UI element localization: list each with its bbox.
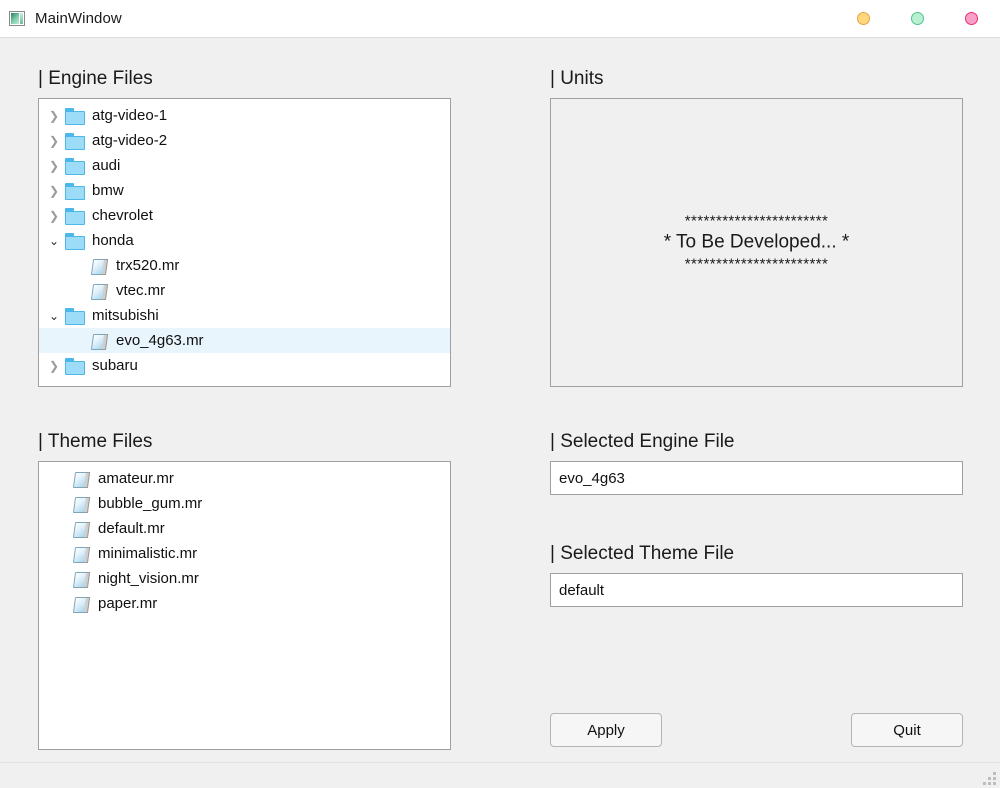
selected-theme-file-input[interactable] <box>550 573 963 607</box>
tree-row[interactable]: ❯ chevrolet <box>39 203 450 228</box>
list-item[interactable]: default.mr <box>39 516 450 541</box>
theme-files-group: | Theme Files amateur.mr bubble_gum.mrdef… <box>38 421 451 750</box>
engine-files-tree[interactable]: ❯ atg-video-1 ❯ atg-video-2 ❯ audi ❯ bmw ❯ chevro… <box>38 98 451 387</box>
units-label-row: | Units <box>550 58 963 98</box>
app-icon <box>9 11 25 26</box>
close-button[interactable] <box>965 12 978 25</box>
maximize-button[interactable] <box>911 12 924 25</box>
chevron-right-icon[interactable]: ❯ <box>43 135 65 147</box>
chevron-down-icon[interactable]: ⌄ <box>43 235 65 247</box>
chevron-right-icon[interactable]: ❯ <box>43 110 65 122</box>
tree-row[interactable]: ❯ atg-video-2 <box>39 128 450 153</box>
selected-engine-file-label: | Selected Engine File <box>550 430 735 452</box>
minimize-button[interactable] <box>857 12 870 25</box>
file-icon <box>73 521 89 537</box>
tree-row[interactable]: ⌄ mitsubishi <box>39 303 450 328</box>
selected-theme-file-group: | Selected Theme File <box>550 533 963 607</box>
units-panel: *********************** * To Be Develope… <box>550 98 963 387</box>
folder-icon <box>65 158 85 175</box>
chevron-right-icon[interactable]: ❯ <box>43 160 65 172</box>
apply-button[interactable]: Apply <box>550 713 662 747</box>
tree-row-label: audi <box>92 157 121 174</box>
file-icon <box>73 546 89 562</box>
chevron-right-icon[interactable]: ❯ <box>43 210 65 222</box>
folder-icon <box>65 308 85 325</box>
theme-files-label: | Theme Files <box>38 430 153 452</box>
list-item-label: default.mr <box>98 520 165 537</box>
list-item-label: night_vision.mr <box>98 570 199 587</box>
selected-engine-file-label-row: | Selected Engine File <box>550 421 963 461</box>
folder-icon <box>65 358 85 375</box>
tree-row-label: trx520.mr <box>116 257 180 274</box>
folder-icon <box>65 233 85 250</box>
file-icon <box>91 333 107 349</box>
units-group: | Units *********************** * To Be … <box>550 58 963 387</box>
tree-row[interactable]: ❯ atg-video-1 <box>39 103 450 128</box>
folder-icon <box>65 208 85 225</box>
status-bar <box>0 762 1000 788</box>
tree-row[interactable]: ❯ bmw <box>39 178 450 203</box>
theme-files-list[interactable]: amateur.mr bubble_gum.mr default.mr minimal… <box>38 461 451 750</box>
selected-engine-file-group: | Selected Engine File <box>550 421 963 495</box>
engine-files-label: | Engine Files <box>38 67 153 89</box>
list-item[interactable]: minimalistic.mr <box>39 541 450 566</box>
resize-grip-icon[interactable] <box>982 771 996 785</box>
list-item[interactable]: paper.mr <box>39 591 450 616</box>
tree-row[interactable]: evo_4g63.mr <box>39 328 450 353</box>
tree-row-label: bmw <box>92 182 124 199</box>
file-icon <box>91 258 107 274</box>
tree-row-label: atg-video-2 <box>92 132 168 149</box>
list-item[interactable]: night_vision.mr <box>39 566 450 591</box>
list-item[interactable]: bubble_gum.mr <box>39 491 450 516</box>
file-icon <box>73 496 89 512</box>
engine-files-label-row: | Engine Files <box>38 58 451 98</box>
window-title: MainWindow <box>35 10 122 27</box>
selected-theme-file-label: | Selected Theme File <box>550 542 735 564</box>
tree-row-label: honda <box>92 232 134 249</box>
file-icon <box>73 596 89 612</box>
units-stars-top: *********************** <box>684 212 829 230</box>
action-buttons: Apply Quit <box>550 713 963 747</box>
list-item-label: amateur.mr <box>98 470 174 487</box>
list-item-label: bubble_gum.mr <box>98 495 203 512</box>
tree-row-label: chevrolet <box>92 207 153 224</box>
engine-files-group: | Engine Files ❯ atg-video-1 ❯ atg-video-2 ❯… <box>38 58 451 387</box>
main-window: MainWindow | Engine Files ❯ atg-video-1 ❯ a… <box>0 0 1000 788</box>
tree-row-label: evo_4g63.mr <box>116 332 204 349</box>
file-icon <box>91 283 107 299</box>
folder-icon <box>65 108 85 125</box>
selected-engine-file-input[interactable] <box>550 461 963 495</box>
tree-row-label: mitsubishi <box>92 307 159 324</box>
content-area: | Engine Files ❯ atg-video-1 ❯ atg-video-2 ❯… <box>0 38 1000 762</box>
chevron-right-icon[interactable]: ❯ <box>43 360 65 372</box>
units-label: | Units <box>550 67 604 89</box>
tree-row[interactable]: ⌄ honda <box>39 228 450 253</box>
folder-icon <box>65 183 85 200</box>
theme-files-label-row: | Theme Files <box>38 421 451 461</box>
folder-icon <box>65 133 85 150</box>
title-bar: MainWindow <box>0 0 1000 38</box>
list-item-label: paper.mr <box>98 595 158 612</box>
chevron-down-icon[interactable]: ⌄ <box>43 310 65 322</box>
chevron-right-icon[interactable]: ❯ <box>43 185 65 197</box>
list-item-label: minimalistic.mr <box>98 545 198 562</box>
tree-row[interactable]: ❯ audi <box>39 153 450 178</box>
file-icon <box>73 571 89 587</box>
list-item[interactable]: amateur.mr <box>39 466 450 491</box>
units-stars-bottom: *********************** <box>684 255 829 273</box>
tree-row[interactable]: trx520.mr <box>39 253 450 278</box>
tree-row[interactable]: vtec.mr <box>39 278 450 303</box>
quit-button[interactable]: Quit <box>851 713 963 747</box>
window-controls <box>857 12 984 25</box>
tree-row-label: subaru <box>92 357 138 374</box>
tree-row-label: atg-video-1 <box>92 107 168 124</box>
units-message: * To Be Developed... * <box>663 231 850 253</box>
units-placeholder: *********************** * To Be Develope… <box>551 211 962 274</box>
tree-row[interactable]: ❯ subaru <box>39 353 450 378</box>
tree-row-label: vtec.mr <box>116 282 166 299</box>
selected-theme-file-label-row: | Selected Theme File <box>550 533 963 573</box>
file-icon <box>73 471 89 487</box>
